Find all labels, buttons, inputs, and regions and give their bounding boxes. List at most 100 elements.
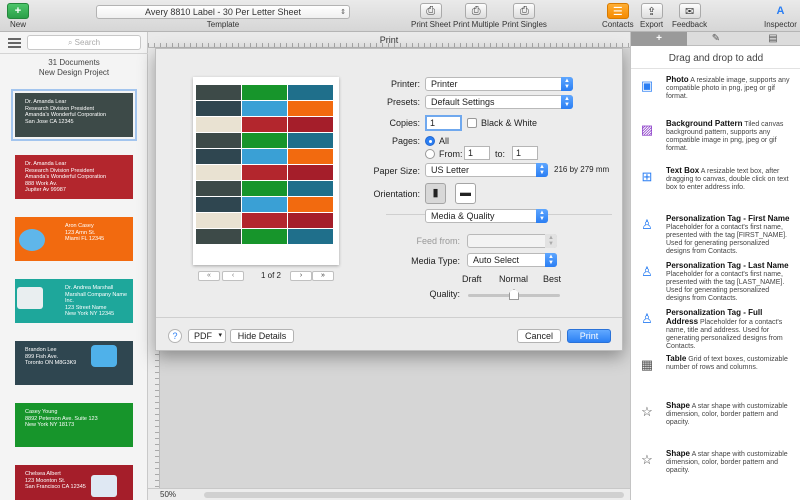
- next-page-button[interactable]: ›: [290, 271, 312, 281]
- page-from-input[interactable]: 1: [464, 146, 490, 160]
- tool-name: Photo: [666, 75, 689, 84]
- preview-label-cell: [196, 149, 241, 164]
- document-item[interactable]: Dr. Amanda Lear Research Division Preside…: [15, 155, 133, 199]
- tool-description-block: Shape A star shape with customizable dim…: [666, 402, 794, 427]
- pages-all-radio[interactable]: [425, 136, 435, 146]
- print-multiple-label: Print Multiple: [453, 20, 500, 29]
- contacts-label: Contacts: [602, 20, 634, 29]
- pencil-icon: ✎: [711, 33, 721, 44]
- page-to-input[interactable]: 1: [512, 146, 538, 160]
- label-address: Dr. Amanda Lear Research Division Preside…: [25, 99, 133, 125]
- tab-add[interactable]: +: [631, 32, 687, 46]
- preview-label-cell: [242, 229, 287, 244]
- search-icon: ⌕: [67, 38, 75, 47]
- document-item[interactable]: Aron Casey 123 Arnn St. Miami FL 12345: [15, 217, 133, 261]
- label-line: Miami FL 12345: [65, 236, 105, 242]
- printer-icon: ⎙: [465, 3, 488, 19]
- feed-from-label: Feed from:: [416, 236, 460, 246]
- tool-description-block: Shape A star shape with customizable dim…: [666, 450, 794, 475]
- sidebar-header: ⌕ Search: [0, 32, 148, 54]
- person-icon: ♙: [641, 311, 653, 326]
- prev-page-button[interactable]: ‹: [222, 271, 244, 281]
- plus-icon: +: [656, 33, 662, 44]
- template-select[interactable]: Avery 8810 Label - 30 Per Letter Sheet ⇕: [96, 5, 350, 19]
- preview-label-cell: [288, 101, 333, 116]
- pdf-menu-button[interactable]: PDF ▾: [188, 329, 226, 343]
- copies-input[interactable]: 1: [425, 115, 462, 131]
- preview-label-cell: [196, 117, 241, 132]
- feed-from-select[interactable]: ▲ ▼: [467, 234, 557, 248]
- printer-select[interactable]: Printer ▲ ▼: [425, 77, 573, 91]
- label-line: Jupiter Av 99987: [25, 187, 66, 193]
- last-page-button[interactable]: »: [312, 271, 334, 281]
- orientation-label: Orientation:: [373, 189, 420, 199]
- tool-name: Personalization Tag - First Name: [666, 214, 790, 223]
- new-button[interactable]: + New: [7, 3, 29, 29]
- document-item[interactable]: Casey Young 8892 Peterson Ave. Suite 123 N…: [15, 403, 133, 447]
- preview-label-cell: [242, 133, 287, 148]
- tool-name: Text Box: [666, 166, 700, 175]
- print-multiple-button[interactable]: ⎙ Print Multiple: [453, 3, 499, 29]
- document-summary: 31 Documents New Design Project: [0, 58, 148, 78]
- portrait-orientation-button[interactable]: ▮: [425, 183, 446, 204]
- preview-label-grid: [196, 85, 336, 244]
- preview-label-cell: [288, 117, 333, 132]
- contacts-button[interactable]: ☰ Contacts: [602, 3, 634, 29]
- pattern-icon: ▨: [640, 122, 654, 137]
- label-address: Aron Casey 123 Arnn St. Miami FL 12345: [65, 223, 133, 243]
- preview-label-cell: [196, 165, 241, 180]
- document-item[interactable]: Dr. Andrea Marshall Marshall Company Name…: [15, 279, 133, 323]
- print-button[interactable]: Print: [567, 329, 611, 343]
- tab-layers[interactable]: ▤: [745, 32, 800, 46]
- document-item[interactable]: Chelsea Albert 123 Moonton St. San Francis…: [15, 465, 133, 500]
- help-button[interactable]: ?: [168, 329, 182, 343]
- presets-select[interactable]: Default Settings ▲ ▼: [425, 95, 573, 109]
- black-white-checkbox[interactable]: [467, 118, 477, 128]
- tool-description-block: Personalization Tag - Last Name Placehol…: [666, 262, 794, 303]
- print-singles-label: Print Singles: [502, 20, 547, 29]
- star-icon: ☆: [641, 404, 653, 419]
- canvas-status-bar: 50%: [148, 488, 630, 500]
- document-item[interactable]: Brandon Lee 899 Fish Ave. Toronto ON M8G3K…: [15, 341, 133, 385]
- feedback-button[interactable]: ✉ Feedback: [672, 3, 707, 29]
- document-item[interactable]: Dr. Amanda Lear Research Division Preside…: [11, 89, 137, 141]
- print-dialog: « ‹ 1 of 2 › » Printer: Printer ▲ ▼ Prese…: [155, 48, 623, 351]
- list-icon[interactable]: [8, 38, 21, 48]
- paper-size-select[interactable]: US Letter ▲ ▼: [425, 163, 548, 177]
- media-type-select[interactable]: Auto Select ▲ ▼: [467, 253, 557, 267]
- new-button-label: New: [9, 20, 26, 29]
- export-icon: ⇪: [640, 3, 663, 19]
- search-placeholder: Search: [74, 38, 101, 47]
- print-singles-button[interactable]: ⎙ Print Singles: [502, 3, 547, 29]
- template-select-value: Avery 8810 Label - 30 Per Letter Sheet: [145, 7, 301, 17]
- quality-slider-thumb[interactable]: [509, 289, 519, 300]
- export-button[interactable]: ⇪ Export: [640, 3, 663, 29]
- preview-label-cell: [288, 165, 333, 180]
- inspector-button[interactable]: A Inspector: [764, 3, 797, 29]
- updown-chevron-icon: ▲ ▼: [536, 163, 548, 177]
- pages-range-radio[interactable]: [425, 149, 435, 159]
- quality-best-label: Best: [543, 274, 562, 284]
- updown-chevron-icon: ▲ ▼: [536, 209, 548, 223]
- landscape-orientation-button[interactable]: ▬: [455, 183, 476, 204]
- search-input[interactable]: ⌕ Search: [27, 35, 141, 50]
- tab-edit[interactable]: ✎: [688, 32, 744, 46]
- preview-label-cell: [242, 101, 287, 116]
- print-sheet-button[interactable]: ⎙ Print Sheet: [411, 3, 451, 29]
- zoom-level[interactable]: 50%: [160, 489, 176, 500]
- chevron-down-icon: ▾: [218, 332, 222, 339]
- hide-details-button[interactable]: Hide Details: [230, 329, 294, 343]
- section-value: Media & Quality: [431, 211, 495, 221]
- horizontal-scrollbar[interactable]: [204, 492, 624, 498]
- feedback-label: Feedback: [672, 20, 708, 29]
- preview-pager: « ‹ 1 of 2 › »: [198, 271, 334, 283]
- star-icon: ☆: [641, 452, 653, 467]
- main-toolbar: + New Avery 8810 Label - 30 Per Letter S…: [0, 0, 800, 32]
- tool-description-block: Photo A resizable image, supports any co…: [666, 76, 794, 101]
- preview-label-cell: [242, 85, 287, 100]
- cancel-button[interactable]: Cancel: [517, 329, 561, 343]
- section-select[interactable]: Media & Quality ▲ ▼: [425, 209, 548, 223]
- label-illustration: [17, 287, 43, 309]
- label-address: Chelsea Albert 123 Moonton St. San Francis…: [25, 471, 133, 491]
- first-page-button[interactable]: «: [198, 271, 220, 281]
